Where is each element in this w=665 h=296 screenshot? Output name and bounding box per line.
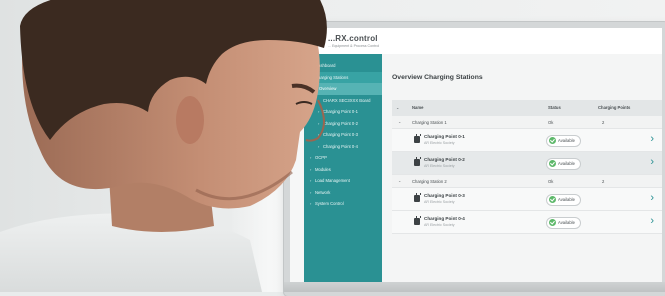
check-circle-icon [549, 195, 556, 203]
check-circle-icon [549, 159, 556, 167]
point-name: Charging Point 0-2 [424, 157, 465, 162]
status-badge-label: Available [558, 138, 575, 143]
check-circle-icon [549, 136, 556, 144]
point-subtitle: AR Electric Society [424, 223, 455, 227]
collapse-all-icon[interactable]: ⌄ [396, 105, 399, 110]
point-subtitle: AR Electric Society [424, 164, 455, 168]
chevron-down-icon[interactable]: ⌄ [398, 178, 401, 183]
point-subtitle: AR Electric Society [424, 141, 455, 145]
chevron-right-icon[interactable]: › [650, 192, 654, 204]
status-badge-label: Available [558, 197, 575, 202]
station-name: Charging Station 2 [412, 179, 447, 184]
station-status: Ok [548, 179, 554, 184]
chevron-right-icon[interactable]: › [650, 133, 654, 145]
chevron-down-icon[interactable]: ⌄ [398, 119, 401, 124]
status-badge: Available [546, 194, 581, 206]
point-name: Charging Point 0-1 [424, 134, 465, 139]
station-status: Ok [548, 120, 554, 125]
status-badge-label: Available [558, 220, 575, 225]
station-name: Charging Station 1 [412, 120, 447, 125]
chevron-right-icon[interactable]: › [650, 215, 654, 227]
station-point-count: 2 [602, 120, 605, 125]
status-badge: Available [546, 158, 581, 170]
page-title: Overview Charging Stations [392, 74, 483, 81]
point-name: Charging Point 0-3 [424, 193, 465, 198]
person-silhouette [0, 0, 327, 292]
plug-icon [414, 134, 421, 143]
plug-icon [414, 216, 421, 225]
status-badge: Available [546, 135, 581, 147]
charging-point-row[interactable]: Charging Point 0-1 AR Electric Society A… [392, 129, 662, 152]
column-header-charging-points[interactable]: Charging Points [598, 105, 630, 110]
app-header: ...RX.control ... Equipment & Process Co… [290, 28, 662, 55]
column-header-name[interactable]: Name [412, 105, 423, 110]
monitor-screen: ...RX.control ... Equipment & Process Co… [284, 22, 665, 296]
ear-shape [176, 96, 204, 144]
monitor-bezel-bottom [284, 282, 665, 292]
point-name: Charging Point 0-4 [424, 216, 465, 221]
stations-table: ⌄ Name Status Charging Points ⌄ Charging… [392, 100, 662, 234]
chevron-right-icon[interactable]: › [650, 156, 654, 168]
station-row[interactable]: ⌄ Charging Station 2 Ok 2 [392, 175, 662, 188]
check-circle-icon [549, 218, 556, 226]
charging-point-row[interactable]: Charging Point 0-4 AR Electric Society A… [392, 211, 662, 234]
charging-point-row[interactable]: Charging Point 0-2 AR Electric Society A… [392, 152, 662, 175]
point-subtitle: AR Electric Society [424, 200, 455, 204]
plug-icon [414, 193, 421, 202]
station-row[interactable]: ⌄ Charging Station 1 Ok 2 [392, 116, 662, 129]
status-badge: Available [546, 217, 581, 229]
column-header-status[interactable]: Status [548, 105, 561, 110]
status-badge-label: Available [558, 161, 575, 166]
plug-icon [414, 157, 421, 166]
main-content: Overview Charging Stations ⌄ Name Status… [382, 54, 662, 290]
charging-point-row[interactable]: Charging Point 0-3 AR Electric Society A… [392, 188, 662, 211]
table-header: ⌄ Name Status Charging Points [392, 100, 662, 116]
station-point-count: 2 [602, 179, 605, 184]
